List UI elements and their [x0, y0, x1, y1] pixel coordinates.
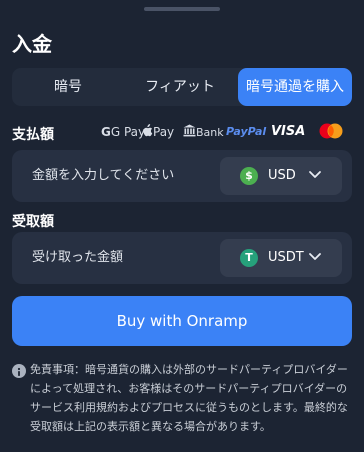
receive-currency-code: USDT	[268, 250, 304, 265]
mastercard-icon	[318, 122, 344, 142]
receive-amount-field[interactable]: 受け取った金額 T USDT	[12, 232, 352, 284]
dollar-coin-icon: $	[240, 167, 258, 185]
bank-label: Bank	[196, 126, 224, 139]
pay-amount-label: 支払額	[12, 127, 54, 143]
paypal-icon: PayPal	[226, 125, 267, 138]
apple-pay-icon: Pay	[142, 122, 174, 142]
pay-currency-code: USD	[268, 168, 296, 183]
deposit-tabs: 暗号 フィアット 暗号通過を購入	[12, 68, 352, 106]
chevron-down-icon	[309, 253, 321, 260]
buy-with-onramp-button[interactable]: Buy with Onramp	[12, 296, 352, 346]
tab-crypto[interactable]: 暗号	[12, 68, 124, 106]
drag-handle[interactable]	[144, 7, 220, 11]
visa-icon: VISA	[271, 124, 306, 139]
page-title: 入金	[12, 32, 52, 56]
pay-amount-field[interactable]: 金額を入力してください $ USD	[12, 150, 352, 202]
receive-amount-input[interactable]: 受け取った金額	[32, 232, 123, 284]
google-pay-label: G Pay	[110, 125, 146, 139]
tab-buy-crypto[interactable]: 暗号通過を購入	[238, 68, 352, 106]
tab-fiat[interactable]: フィアット	[124, 68, 236, 106]
chevron-down-icon	[309, 171, 321, 178]
google-pay-icon: GG Pay	[101, 125, 146, 139]
bank-icon: Bank	[183, 122, 224, 142]
tether-coin-icon: T	[240, 249, 258, 267]
info-icon	[12, 364, 26, 378]
disclaimer-text: 免責事項：暗号通貨の購入は外部のサードパーティプロバイダーによって処理され、お客…	[30, 363, 348, 433]
receive-currency-select[interactable]: T USDT	[220, 239, 342, 277]
receive-amount-label: 受取額	[12, 214, 54, 230]
payment-methods: GG Pay Pay Bank PayPal VISA	[101, 122, 346, 142]
pay-amount-input[interactable]: 金額を入力してください	[32, 150, 174, 202]
pay-currency-select[interactable]: $ USD	[220, 157, 342, 195]
apple-pay-label: Pay	[153, 125, 175, 139]
